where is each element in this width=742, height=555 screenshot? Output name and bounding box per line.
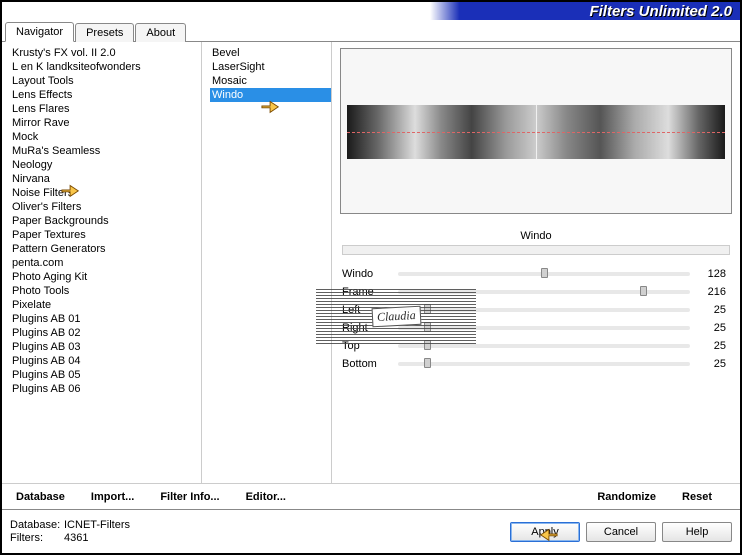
param-slider[interactable]	[398, 362, 690, 366]
param-slider[interactable]	[398, 326, 690, 330]
category-item[interactable]: Krusty's FX vol. II 2.0	[10, 46, 201, 60]
filters-value: 4361	[64, 532, 88, 544]
param-label: Left	[342, 304, 390, 316]
category-item[interactable]: penta.com	[10, 256, 201, 270]
param-value: 128	[698, 268, 726, 280]
filter-item[interactable]: Windo	[210, 88, 331, 102]
help-button[interactable]: Help	[662, 522, 732, 542]
category-item[interactable]: Lens Effects	[10, 88, 201, 102]
param-value: 25	[698, 358, 726, 370]
category-item[interactable]: Paper Textures	[10, 228, 201, 242]
param-value: 25	[698, 304, 726, 316]
preview-panel	[340, 48, 732, 214]
category-item[interactable]: Plugins AB 01	[10, 312, 201, 326]
category-item[interactable]: Pattern Generators	[10, 242, 201, 256]
category-item[interactable]: Plugins AB 02	[10, 326, 201, 340]
filter-column: BevelLaserSightMosaicWindo	[202, 42, 332, 483]
category-item[interactable]: Photo Tools	[10, 284, 201, 298]
db-label: Database:	[10, 519, 64, 531]
cancel-button[interactable]: Cancel	[586, 522, 656, 542]
footer: Database:ICNET-Filters Filters:4361 Appl…	[2, 509, 740, 553]
tab-about[interactable]: About	[135, 23, 186, 42]
param-row: Left 25	[340, 301, 732, 319]
slider-thumb[interactable]	[541, 268, 548, 278]
category-item[interactable]: MuRa's Seamless	[10, 144, 201, 158]
database-button[interactable]: Database	[10, 488, 71, 506]
param-value: 216	[698, 286, 726, 298]
param-value: 25	[698, 322, 726, 334]
category-item[interactable]: L en K landksiteofwonders	[10, 60, 201, 74]
plugin-window: Filters Unlimited 2.0 NavigatorPresetsAb…	[0, 0, 742, 555]
filter-title-block: Windo	[340, 228, 732, 255]
category-item[interactable]: Oliver's Filters	[10, 200, 201, 214]
category-item[interactable]: Plugins AB 03	[10, 340, 201, 354]
param-label: Frame	[342, 286, 390, 298]
param-slider[interactable]	[398, 308, 690, 312]
selected-filter-name: Windo	[342, 228, 730, 245]
footer-info: Database:ICNET-Filters Filters:4361	[10, 519, 130, 544]
editor-button[interactable]: Editor...	[240, 488, 292, 506]
parameter-panel: Windo128Frame216Left25Right25Top25Bottom…	[340, 265, 732, 373]
category-item[interactable]: Pixelate	[10, 298, 201, 312]
param-slider[interactable]	[398, 344, 690, 348]
filter-item[interactable]: Mosaic	[210, 74, 331, 88]
reset-button[interactable]: Reset	[676, 488, 718, 506]
param-slider[interactable]	[398, 290, 690, 294]
filters-label: Filters:	[10, 532, 64, 544]
category-item[interactable]: Mirror Rave	[10, 116, 201, 130]
filter-info-button[interactable]: Filter Info...	[154, 488, 225, 506]
param-row: Right 25	[340, 319, 732, 337]
import-button[interactable]: Import...	[85, 488, 140, 506]
category-item[interactable]: Mock	[10, 130, 201, 144]
randomize-button[interactable]: Randomize	[591, 488, 662, 506]
window-title: Filters Unlimited 2.0	[589, 3, 732, 20]
tab-navigator[interactable]: Navigator	[5, 22, 74, 42]
param-label: Bottom	[342, 358, 390, 370]
tab-presets[interactable]: Presets	[75, 23, 134, 42]
category-item[interactable]: Photo Aging Kit	[10, 270, 201, 284]
category-item[interactable]: Neology	[10, 158, 201, 172]
category-item[interactable]: Lens Flares	[10, 102, 201, 116]
slider-thumb[interactable]	[424, 304, 431, 314]
category-column: Krusty's FX vol. II 2.0L en K landksiteo…	[2, 42, 202, 483]
category-item[interactable]: Plugins AB 06	[10, 382, 201, 396]
main-area: Krusty's FX vol. II 2.0L en K landksiteo…	[2, 42, 740, 483]
slider-thumb[interactable]	[424, 340, 431, 350]
titlebar: Filters Unlimited 2.0	[2, 2, 740, 20]
category-item[interactable]: Paper Backgrounds	[10, 214, 201, 228]
db-value: ICNET-Filters	[64, 519, 130, 531]
param-row: Frame 216	[340, 283, 732, 301]
preview-column: Windo Windo 128 Frame 216 Left 25 Right 25 Top 25…	[332, 42, 740, 483]
preview-guide-v	[536, 105, 537, 159]
filter-item[interactable]: LaserSight	[210, 60, 331, 74]
apply-button[interactable]: Apply	[510, 522, 580, 542]
category-item[interactable]: Layout Tools	[10, 74, 201, 88]
category-item[interactable]: Noise Filters	[10, 186, 201, 200]
category-item[interactable]: Nirvana	[10, 172, 201, 186]
toolbar-row: Database Import... Filter Info... Editor…	[2, 483, 740, 509]
slider-thumb[interactable]	[640, 286, 647, 296]
param-row: Windo 128	[340, 265, 732, 283]
param-label: Top	[342, 340, 390, 352]
param-row: Top 25	[340, 337, 732, 355]
category-list[interactable]: Krusty's FX vol. II 2.0L en K landksiteo…	[2, 42, 201, 483]
param-value: 25	[698, 340, 726, 352]
param-label: Right	[342, 322, 390, 334]
category-item[interactable]: Plugins AB 04	[10, 354, 201, 368]
param-row: Bottom 25	[340, 355, 732, 373]
filter-list[interactable]: BevelLaserSightMosaicWindo	[202, 42, 331, 483]
param-label: Windo	[342, 268, 390, 280]
category-item[interactable]: Plugins AB 05	[10, 368, 201, 382]
tab-bar: NavigatorPresetsAbout	[2, 20, 740, 42]
slider-thumb[interactable]	[424, 322, 431, 332]
progress-bar	[342, 245, 730, 255]
filter-item[interactable]: Bevel	[210, 46, 331, 60]
param-slider[interactable]	[398, 272, 690, 276]
slider-thumb[interactable]	[424, 358, 431, 368]
